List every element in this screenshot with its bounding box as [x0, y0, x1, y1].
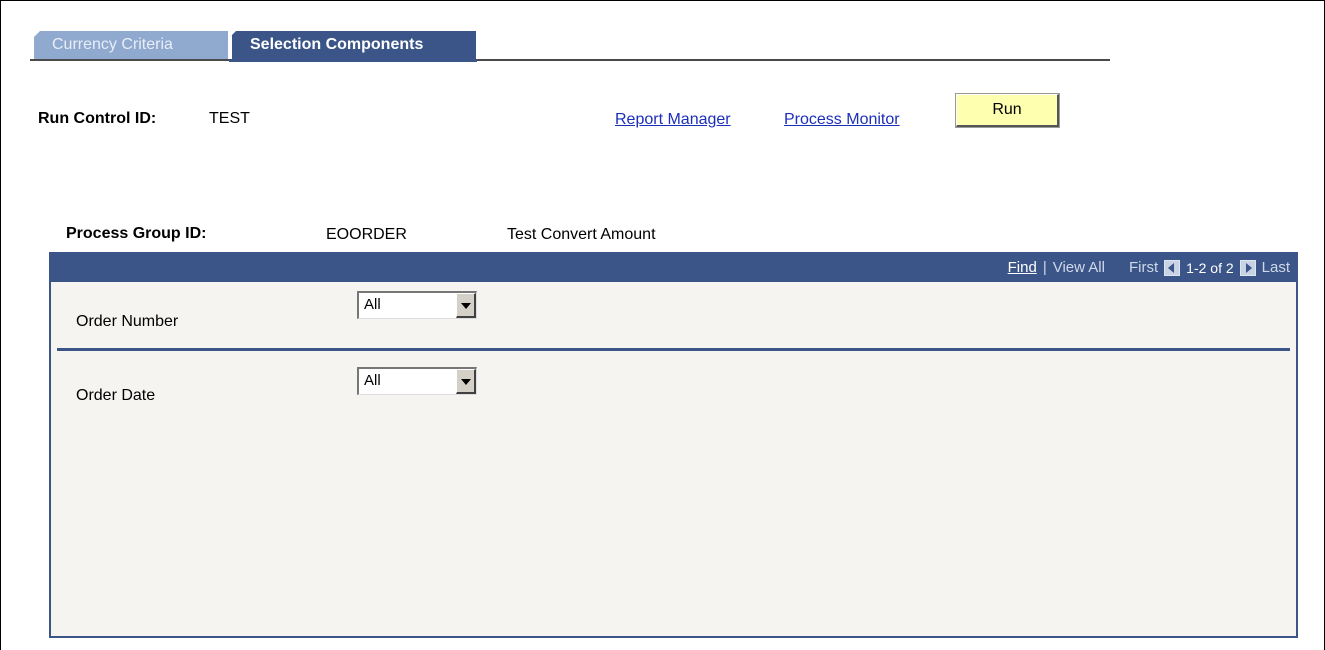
view-all-link[interactable]: View All: [1053, 254, 1105, 282]
order-number-selected-value: All: [364, 296, 381, 313]
report-manager-link[interactable]: Report Manager: [615, 111, 731, 129]
selection-grid: Find | View All First 1-2 of 2 Last Orde…: [49, 252, 1298, 638]
order-date-select[interactable]: All: [357, 367, 477, 395]
find-link[interactable]: Find: [1008, 254, 1037, 282]
row-range: 1-2 of 2: [1186, 260, 1234, 276]
tab-currency-criteria[interactable]: Currency Criteria: [34, 31, 228, 59]
order-number-label: Order Number: [76, 313, 179, 330]
process-group-id-label: Process Group ID:: [66, 225, 207, 242]
order-number-select[interactable]: All: [357, 291, 477, 319]
grid-header: Find | View All First 1-2 of 2 Last: [51, 254, 1296, 282]
run-control-id-value: TEST: [209, 110, 250, 127]
order-date-selected-value: All: [364, 372, 381, 389]
grid-navigation: Find | View All First 1-2 of 2 Last: [1008, 254, 1290, 282]
chevron-down-icon[interactable]: [456, 293, 476, 318]
row-divider: [57, 348, 1290, 351]
active-tab-underline: [229, 59, 477, 62]
process-group-id-value: EOORDER: [326, 226, 407, 243]
last-link[interactable]: Last: [1262, 254, 1290, 282]
order-date-label: Order Date: [76, 387, 156, 404]
chevron-down-icon[interactable]: [456, 369, 476, 394]
process-monitor-link[interactable]: Process Monitor: [784, 111, 900, 129]
run-control-id-label: Run Control ID:: [38, 110, 157, 127]
tab-divider: [30, 59, 1110, 61]
tab-selection-components[interactable]: Selection Components: [230, 31, 476, 59]
previous-arrow-icon[interactable]: [1164, 260, 1181, 276]
next-arrow-icon[interactable]: [1239, 260, 1256, 276]
nav-separator: |: [1042, 259, 1047, 276]
process-group-description: Test Convert Amount: [507, 226, 656, 243]
first-link[interactable]: First: [1129, 254, 1158, 282]
run-button[interactable]: Run: [955, 93, 1060, 128]
